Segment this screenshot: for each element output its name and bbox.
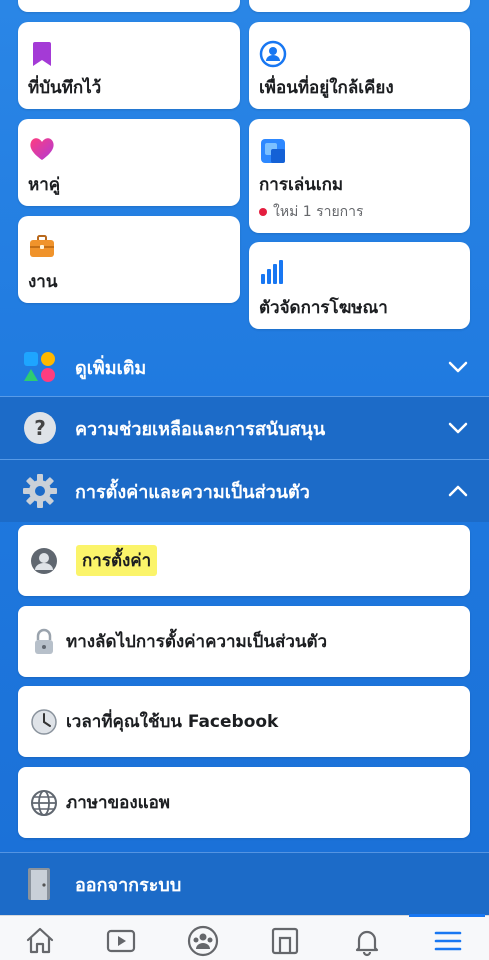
chevron-down-icon [448,422,468,434]
shortcut-card-partial-left[interactable] [18,0,240,12]
see-more-section[interactable]: ดูเพิ่มเติม [0,336,489,398]
lock-icon [35,628,53,654]
gear-icon [23,474,57,508]
new-dot-icon [259,208,267,216]
active-tab-indicator [409,914,485,917]
briefcase-icon [30,235,54,257]
app-language-label: ภาษาของแอพ [66,793,171,813]
see-more-label: ดูเพิ่มเติม [75,357,147,379]
logout-label: ออกจากระบบ [75,874,182,896]
help-label: ความช่วยเหลือและการสนับสนุน [75,418,326,440]
help-section[interactable]: ? ความช่วยเหลือและการสนับสนุน [0,397,489,459]
chevron-down-icon [448,361,468,373]
shortcut-saved-label: ที่บันทึกไว้ [28,78,102,98]
shortcut-nearby-friends[interactable]: เพื่อนที่อยู่ใกล้เคียง [249,22,470,109]
heart-icon [30,138,54,160]
menu-icon[interactable] [431,924,465,958]
privacy-shortcuts-row[interactable]: ทางลัดไปการตั้งค่าความเป็นส่วนตัว [18,606,470,677]
app-language-row[interactable]: ภาษาของแอพ [18,767,470,838]
bottom-tab-bar [0,914,489,960]
notifications-icon[interactable] [350,924,384,958]
shortcut-ads-manager-label: ตัวจัดการโฆษณา [259,298,388,318]
shortcut-gaming-label: การเล่นเกม [259,175,344,195]
shortcut-saved[interactable]: ที่บันทึกไว้ [18,22,240,109]
user-circle-icon [31,547,57,574]
shortcut-dating-label: หาคู่ [28,175,61,195]
time-on-facebook-row[interactable]: เวลาที่คุณใช้บน Facebook [18,686,470,757]
watch-icon[interactable] [104,924,138,958]
gaming-new-badge: ใหม่ 1 รายการ [259,201,364,223]
settings-privacy-label: การตั้งค่าและความเป็นส่วนตัว [75,481,310,503]
shapes-icon [24,352,55,382]
shortcut-nearby-friends-label: เพื่อนที่อยู่ใกล้เคียง [259,78,394,98]
gaming-icon [261,139,285,163]
door-icon [28,868,50,900]
settings-row[interactable]: การตั้งค่า [18,525,470,596]
chevron-up-icon [448,485,468,497]
groups-icon[interactable] [186,924,220,958]
shortcut-jobs[interactable]: งาน [18,216,240,303]
svg-text:?: ? [34,416,46,440]
privacy-shortcuts-label: ทางลัดไปการตั้งค่าความเป็นส่วนตัว [66,632,328,652]
home-icon[interactable] [23,924,57,958]
clock-icon [31,708,57,735]
shortcut-card-partial-right[interactable] [249,0,470,12]
marketplace-icon[interactable] [268,924,302,958]
shortcut-gaming[interactable]: การเล่นเกม ใหม่ 1 รายการ [249,119,470,233]
globe-icon [31,789,57,816]
settings-row-label: การตั้งค่า [76,545,158,576]
nearby-friends-icon [259,40,287,68]
logout-section[interactable]: ออกจากระบบ [0,853,489,915]
question-icon: ? [24,412,56,444]
shortcut-dating[interactable]: หาคู่ [18,119,240,206]
time-on-facebook-label: เวลาที่คุณใช้บน Facebook [66,712,279,732]
shortcut-ads-manager[interactable]: ตัวจัดการโฆษณา [249,242,470,329]
shortcut-jobs-label: งาน [28,272,58,292]
settings-privacy-section[interactable]: การตั้งค่าและความเป็นส่วนตัว [0,460,489,522]
bookmark-icon [33,42,51,66]
ads-chart-icon [261,260,283,284]
gaming-badge-text: ใหม่ 1 รายการ [273,204,364,220]
